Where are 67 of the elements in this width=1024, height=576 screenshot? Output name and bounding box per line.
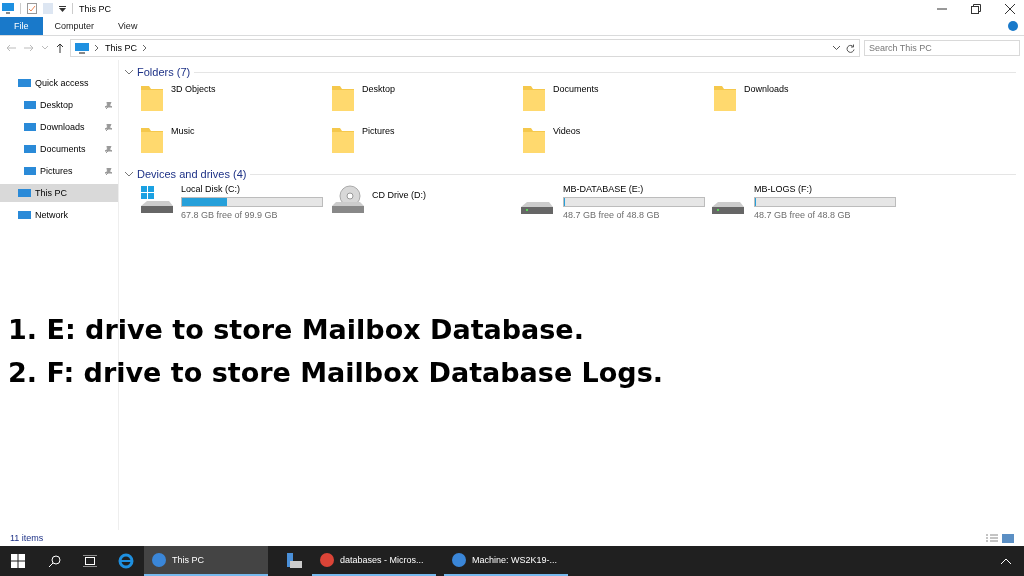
address-bar[interactable]: This PC [70,39,860,57]
folder-label[interactable]: Music [171,126,195,136]
group-title: Folders (7) [137,66,191,78]
item-count: 11 items [10,533,44,543]
app-icon [452,553,466,567]
sidebar-icon [24,122,36,132]
folder-label[interactable]: Downloads [744,84,789,94]
drive-icon [712,202,744,214]
window-title: This PC [79,3,111,14]
folder-label[interactable]: 3D Objects [171,84,216,94]
sidebar-item[interactable]: Quick access [0,74,118,92]
collapse-icon[interactable] [125,69,133,75]
chevron-icon [95,45,99,51]
taskbar-app[interactable]: This PC [144,546,268,576]
sidebar-item[interactable]: Network [0,206,118,224]
sidebar-item[interactable]: Downloads [0,118,118,136]
windows-drive-icon [139,184,175,216]
folder-label[interactable]: Videos [553,126,581,136]
app-icon [320,553,334,567]
drive-label[interactable]: MB-DATABASE (E:) [563,184,705,194]
group-title: Devices and drives (4) [137,168,247,180]
collapse-icon[interactable] [125,171,133,177]
drive-icon [521,202,553,214]
properties-icon[interactable] [27,3,37,14]
computer-icon [75,42,89,54]
search-icon [47,554,61,568]
free-space-text: 48.7 GB free of 48.8 GB [754,210,852,220]
dropdown-icon[interactable] [59,5,66,12]
taskbar-app[interactable]: databases - Micros... [312,546,436,576]
drive-label[interactable]: CD Drive (D:) [372,190,426,200]
help-icon[interactable] [1008,21,1018,31]
free-space-text: 67.8 GB free of 99.9 GB [181,210,279,220]
sidebar-icon [24,100,36,110]
sidebar-item[interactable]: Pictures [0,162,118,180]
taskbar-app[interactable]: Machine: WS2K19-... [444,546,568,576]
sidebar-icon [24,166,36,176]
ribbon-tab[interactable]: File [0,17,43,35]
restore-icon [971,3,981,14]
breadcrumb[interactable]: This PC [105,43,137,53]
up-button[interactable] [54,43,66,53]
caption-text: 1. E: drive to store Mailbox Database. [8,314,585,345]
sidebar-item[interactable]: Desktop [0,96,118,114]
refresh-icon[interactable] [846,43,855,53]
folder-label[interactable]: Documents [553,84,599,94]
large-icons-view-icon[interactable] [1002,533,1014,543]
minimize-icon [937,7,947,10]
dropdown-icon[interactable] [833,46,840,50]
folder-label[interactable]: Pictures [362,126,395,136]
free-space-text: 48.7 GB free of 48.8 GB [563,210,661,220]
sidebar-item[interactable]: Documents [0,140,118,158]
sidebar-icon [24,144,36,154]
chevron-icon [143,45,147,51]
drive-label[interactable]: MB-LOGS (F:) [754,184,896,194]
caption-text: 2. F: drive to store Mailbox Database Logs. [8,357,663,388]
cd-drive-icon [330,184,366,216]
close-icon [1005,3,1015,14]
sidebar-icon [18,209,31,221]
computer-icon [2,3,14,14]
windows-logo-icon [11,554,25,568]
search-field[interactable]: Search This PC [864,40,1020,56]
sidebar-icon [18,77,31,89]
task-view-icon [83,555,97,567]
folder-label[interactable]: Desktop [362,84,396,94]
sidebar-icon [18,187,31,199]
sidebar-item[interactable]: This PC [0,184,118,202]
drive-label[interactable]: Local Disk (C:) [181,184,323,194]
app-icon [152,553,166,567]
